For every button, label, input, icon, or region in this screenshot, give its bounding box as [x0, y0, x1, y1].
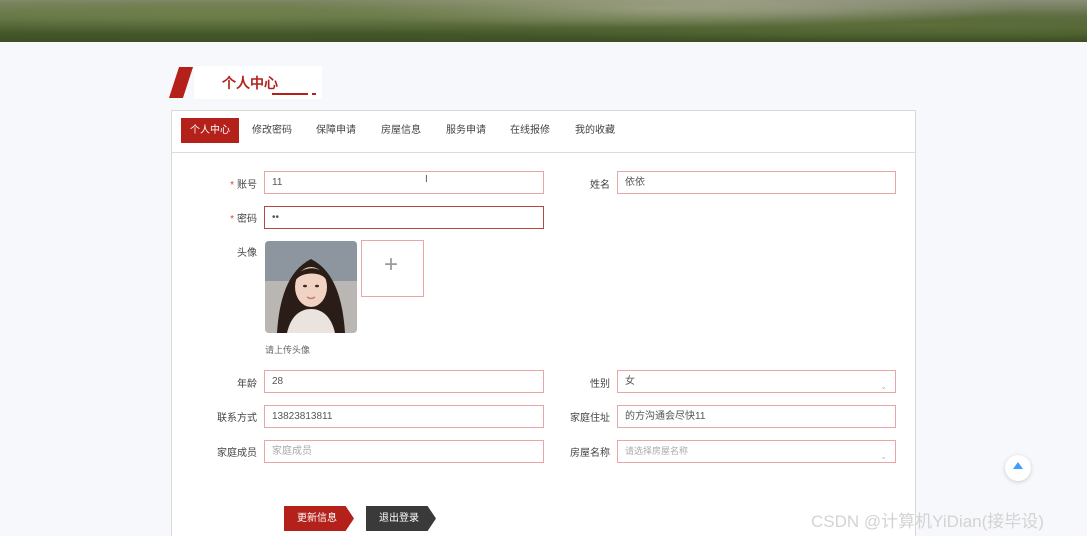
address-input[interactable]: 的方沟通会尽快11: [617, 405, 896, 428]
section-header: 个人中心: [168, 66, 324, 99]
house-select-placeholder: 请选择房屋名称: [625, 446, 689, 456]
profile-panel: 个人中心 修改密码 保障申请 房屋信息 服务申请 在线报修 我的收藏 * 账号 1…: [171, 110, 916, 536]
password-label: * 密码: [230, 214, 257, 225]
gender-select[interactable]: 女 ⌄: [617, 370, 896, 393]
back-to-top-button[interactable]: [1005, 455, 1031, 481]
name-input[interactable]: 依依: [617, 171, 896, 194]
tab-bar: 个人中心 修改密码 保障申请 房屋信息 服务申请 在线报修 我的收藏: [172, 111, 915, 153]
tab-service-application[interactable]: 服务申请: [442, 118, 490, 143]
tab-my-favorites[interactable]: 我的收藏: [571, 118, 619, 143]
password-input[interactable]: ••: [264, 206, 544, 229]
house-select[interactable]: 请选择房屋名称 ⌄: [617, 440, 896, 463]
text-cursor: I: [425, 174, 428, 185]
tab-security-application[interactable]: 保障申请: [312, 118, 360, 143]
update-info-button[interactable]: 更新信息: [284, 506, 354, 531]
phone-input[interactable]: 13823813811: [264, 405, 544, 428]
family-label: 家庭成员: [217, 448, 257, 459]
gender-label: 性别: [590, 379, 610, 390]
age-label: 年龄: [237, 379, 257, 390]
phone-label: 联系方式: [217, 413, 257, 424]
header-banner: [0, 0, 1087, 42]
account-input[interactable]: 11: [264, 171, 544, 194]
section-title: 个人中心: [222, 75, 278, 91]
avatar-portrait: [265, 241, 357, 333]
tab-housing-info[interactable]: 房屋信息: [377, 118, 425, 143]
chevron-down-icon: ⌄: [880, 382, 887, 391]
avatar-upload-button[interactable]: +: [361, 240, 424, 297]
house-label: 房屋名称: [570, 448, 610, 459]
avatar-upload-hint: 请上传头像: [265, 345, 311, 355]
tab-online-repair[interactable]: 在线报修: [506, 118, 554, 143]
name-label: 姓名: [590, 180, 610, 191]
family-input[interactable]: 家庭成员: [264, 440, 544, 463]
plus-icon: +: [384, 251, 399, 278]
watermark: CSDN @计算机YiDian(接毕设): [811, 512, 1044, 531]
gender-select-value: 女: [625, 376, 635, 387]
address-label: 家庭住址: [570, 413, 610, 424]
arrow-up-icon: [1013, 462, 1023, 469]
title-underline: [272, 93, 308, 95]
tab-change-password[interactable]: 修改密码: [248, 118, 296, 143]
account-label: * 账号: [230, 180, 257, 191]
tab-personal-center[interactable]: 个人中心: [181, 118, 239, 143]
header-slash-decoration: [168, 67, 194, 98]
avatar-image: [265, 241, 357, 333]
chevron-down-icon: ⌄: [880, 452, 887, 461]
avatar-label: 头像: [237, 248, 257, 259]
logout-button[interactable]: 退出登录: [366, 506, 436, 531]
age-input[interactable]: 28: [264, 370, 544, 393]
